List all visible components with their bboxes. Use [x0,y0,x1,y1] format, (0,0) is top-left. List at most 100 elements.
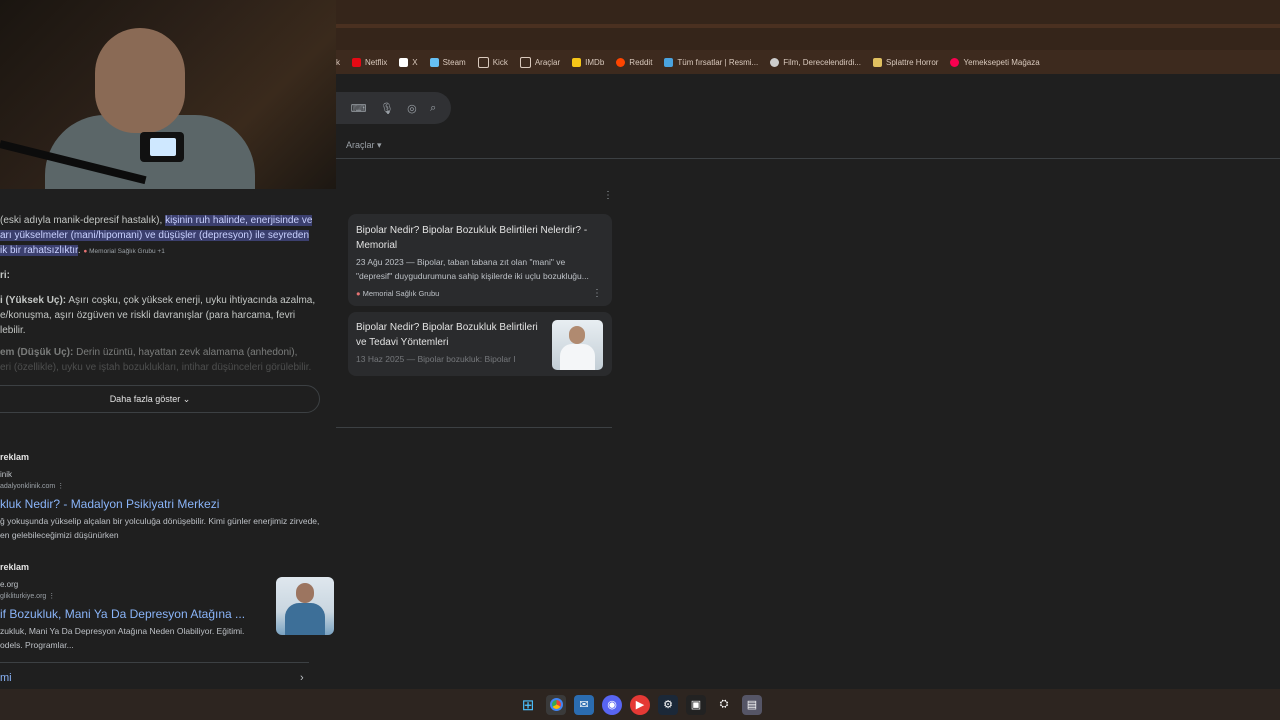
bookmark-label: Kick [492,57,508,67]
ad-desc-text: ğ yokuşunda yükselip alçalan bir yolculu… [0,516,320,526]
more-options-icon[interactable]: ⋮ [48,593,55,600]
webcam-overlay [0,0,336,189]
person-shirt-shape [285,603,325,635]
discord-icon[interactable]: ◉ [602,694,622,715]
tools-divider [336,158,1280,159]
bookmark-steam[interactable]: Steam [429,57,466,67]
youtube-icon[interactable]: ▶ [630,694,650,715]
chrome-icon[interactable] [546,694,566,715]
more-options-icon[interactable]: ⋮ [603,190,613,201]
bookmark-reddit[interactable]: Reddit [616,57,653,67]
bookmark-kick[interactable]: Kick [477,56,508,68]
memorial-icon: ● [356,289,361,298]
panel-divider [336,427,612,428]
bookmark-site-icon [873,57,882,67]
ad-url: adalyonklinik.com ⋮ [0,482,64,490]
bottom-link[interactable]: mi [0,672,12,684]
bookmark-label: Yemeksepeti Mağaza [963,57,1040,67]
result-snippet-text: Bipolar bozukluk: Bipolar I [417,354,516,364]
ad-thumbnail[interactable] [276,577,334,635]
camera-icon[interactable]: ◎ [407,102,417,115]
ad-title-link[interactable]: if Bozukluk, Mani Ya Da Depresyon Atağın… [0,607,245,621]
ad-title-link[interactable]: kluk Nedir? - Madalyon Psikiyatri Merkez… [0,497,219,511]
netflix-icon [352,57,361,67]
search-bar[interactable]: ⌨ 🎙 ◎ ⌕ [336,92,451,124]
depression-text: eri (özellikle), uyku ve iştah bozuklukl… [0,362,312,373]
result-card[interactable]: Bipolar Nedir? Bipolar Bozukluk Belirtil… [348,312,612,376]
yemeksepeti-icon [950,57,960,67]
ad-desc-text: en gelebileceğimizi düşünürken [0,530,119,540]
bookmark-netflix[interactable]: Netflix [352,57,388,67]
bookmark-label: Reddit [629,57,653,67]
result-snippet: 13 Haz 2025 — Bipolar bozukluk: Bipolar … [356,354,516,364]
mania-text: e/konuşma, aşırı özgüven ve riskli davra… [0,310,296,321]
chrome-logo-shape [549,698,563,711]
bookmark-yemeksepeti[interactable]: Yemeksepeti Mağaza [950,57,1040,67]
bookmark-label: Steam [442,57,466,67]
bookmark-imdb[interactable]: IMDb [572,57,604,67]
person-head-shape [296,583,314,603]
person-head-shape [95,28,185,133]
result-source-name: Memorial Sağlık Grubu [362,289,440,298]
chevron-down-icon: ⌄ [182,393,191,404]
result-source: ● Memorial Sağlık Grubu [356,289,439,298]
person-head-shape [569,326,585,344]
tab-strip-divider [336,24,1280,28]
tools-label: Araçlar [346,140,375,150]
show-more-button[interactable]: Daha fazla göster ⌄ [0,385,320,413]
steam-icon[interactable]: ⚙ [658,694,678,715]
phone-screen-shape [150,138,176,156]
person-coat-shape [560,344,595,370]
ad-description: zukluk, Mani Ya Da Depresyon Atağına Ned… [0,624,270,652]
ad-url-text: glikliturkiye.org [0,593,47,600]
bookmark-item[interactable]: k [336,58,340,67]
result-title[interactable]: Bipolar Nedir? Bipolar Bozukluk Belirtil… [356,320,546,350]
ad-desc-text: zukluk, Mani Ya Da Depresyon Atağına Ned… [0,626,245,636]
mania-label: i (Yüksek Uç): [0,295,67,306]
bookmark-label: Netflix [365,57,388,67]
windows-icon[interactable]: ⊞ [518,695,538,715]
ad-site-name: e.org [0,580,19,589]
bookmark-label: Splattre Horror [886,57,939,67]
keyboard-icon[interactable]: ⌨ [351,102,367,115]
app-icon[interactable]: ▤ [742,694,762,715]
imdb-icon [572,57,582,67]
settings-icon[interactable]: ⛭ [714,695,734,715]
result-title[interactable]: Bipolar Nedir? Bipolar Bozukluk Belirtil… [356,223,596,253]
more-options-icon[interactable]: ⋮ [592,288,602,299]
bookmark-araclar[interactable]: Araçlar [519,56,561,68]
bookmark-film[interactable]: Film, Derecelendirdi... [770,57,861,67]
mail-icon[interactable]: ✉ [574,694,594,715]
mic-icon[interactable]: 🎙 [380,102,394,115]
taskbar: ⊞ ✉ ◉ ▶ ⚙ ▣ ⛭ ▤ [0,689,1280,720]
search-icon[interactable]: ⌕ [430,102,436,115]
source-chip[interactable]: ● Memorial Sağlık Grubu +1 [83,248,164,255]
overview-text: (eski adıyla manik-depresif hastalık), [0,215,166,226]
bookmark-label: Araçlar [534,57,561,67]
terminal-icon[interactable]: ▣ [686,694,706,715]
tools-menu[interactable]: Araçlar ▾ [346,140,382,151]
overview-heading: ri: [0,270,10,281]
folder-icon [519,56,531,68]
bookmark-x[interactable]: X [399,57,418,67]
ad-url: glikliturkiye.org ⋮ [0,592,55,600]
more-options-icon[interactable]: ⋮ [57,483,64,490]
steam-icon [429,57,439,67]
ad-desc-text: odels. Programlar... [0,640,74,650]
source-chip-label: Memorial Sağlık Grubu +1 [89,248,165,255]
overview-highlight: kişinin ruh halinde, enerjisinde ve [165,215,313,226]
result-snippet: 23 Ağu 2023 — Bipolar, taban tabana zıt … [356,257,589,281]
folder-icon [477,56,489,68]
chevron-right-icon[interactable]: › [300,672,304,684]
result-thumbnail[interactable] [552,320,603,370]
mania-text: Aşırı coşku, çok yüksek enerji, uyku iht… [66,295,316,306]
globe-icon [770,57,780,67]
result-card[interactable]: Bipolar Nedir? Bipolar Bozukluk Belirtil… [348,214,612,306]
ad-url-text: adalyonklinik.com [0,483,56,490]
reddit-icon [616,57,626,67]
x-icon [399,57,409,67]
result-date: 23 Ağu 2023 [356,257,404,267]
caret-down-icon: ▾ [377,140,382,150]
bookmark-firsatlar[interactable]: Tüm fırsatlar | Resmi... [664,57,758,67]
bookmark-splattre[interactable]: Splattre Horror [873,57,939,67]
